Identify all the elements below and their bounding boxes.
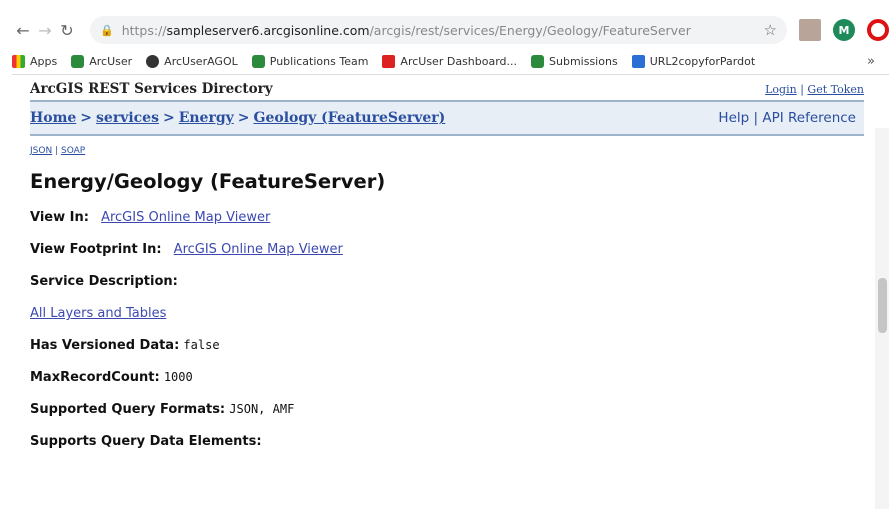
back-arrow-icon[interactable]: ← bbox=[12, 19, 34, 41]
breadcrumb-home[interactable]: Home bbox=[30, 110, 76, 126]
bookmark-label: Apps bbox=[30, 54, 58, 68]
scrollbar-thumb[interactable] bbox=[878, 278, 887, 333]
vertical-scrollbar[interactable] bbox=[875, 128, 889, 509]
bookmark-star-icon[interactable]: ☆ bbox=[756, 21, 777, 39]
breadcrumb-geology[interactable]: Geology (FeatureServer) bbox=[254, 110, 446, 126]
soap-link[interactable]: SOAP bbox=[61, 146, 85, 156]
globe-icon bbox=[71, 54, 85, 68]
globe-icon bbox=[531, 54, 545, 68]
bookmark-apps[interactable]: Apps bbox=[12, 54, 58, 68]
page-content: ArcGIS REST Services Directory Login | G… bbox=[30, 78, 864, 509]
page-title: Energy/Geology (FeatureServer) bbox=[30, 170, 386, 193]
breadcrumb-energy[interactable]: Energy bbox=[179, 110, 234, 126]
breadcrumb-separator: > bbox=[162, 110, 175, 126]
query-elements-label: Supports Query Data Elements: bbox=[30, 434, 262, 449]
bookmark-publications-team[interactable]: Publications Team bbox=[251, 54, 369, 68]
dashboard-icon bbox=[382, 54, 396, 68]
profile-avatar[interactable]: M bbox=[833, 19, 855, 41]
versioned-value: false bbox=[183, 338, 220, 352]
bookmark-label: Submissions bbox=[549, 54, 618, 68]
versioned-label: Has Versioned Data: bbox=[30, 338, 180, 353]
view-in-row: View In: ArcGIS Online Map Viewer bbox=[30, 210, 864, 225]
view-in-map-viewer-link[interactable]: ArcGIS Online Map Viewer bbox=[101, 210, 270, 225]
bookmark-url2copyforpardot[interactable]: URL2copyforPardot bbox=[631, 54, 756, 68]
bookmark-label: ArcUserAGOL bbox=[164, 54, 238, 68]
help-separator: | bbox=[753, 110, 759, 126]
forward-arrow-icon[interactable]: → bbox=[34, 19, 56, 41]
all-layers-row: All Layers and Tables bbox=[30, 306, 864, 321]
breadcrumb: Home > services > Energy > Geology (FeatureSer… bbox=[30, 110, 445, 126]
query-formats-label: Supported Query Formats: bbox=[30, 402, 226, 417]
extension-book-icon[interactable] bbox=[799, 19, 821, 41]
view-footprint-row: View Footprint In: ArcGIS Online Map Vie… bbox=[30, 242, 864, 257]
versioned-row: Has Versioned Data: false bbox=[30, 338, 864, 353]
url-path: /arcgis/rest/services/Energy/Geology/Fea… bbox=[369, 22, 691, 38]
breadcrumb-separator: > bbox=[237, 110, 250, 126]
bookmark-label: Publications Team bbox=[269, 54, 369, 68]
reload-icon[interactable]: ↻ bbox=[56, 19, 78, 41]
bookmark-icon bbox=[631, 54, 645, 68]
url-host: sampleserver6.arcgisonline.com bbox=[166, 22, 370, 38]
all-layers-link[interactable]: All Layers and Tables bbox=[30, 306, 166, 321]
get-token-link[interactable]: Get Token bbox=[807, 83, 864, 96]
url-prefix: https:// bbox=[121, 22, 167, 38]
more-bookmarks-icon[interactable]: » bbox=[867, 54, 875, 69]
view-footprint-map-viewer-link[interactable]: ArcGIS Online Map Viewer bbox=[174, 242, 343, 257]
bookmark-label: ArcUser Dashboard... bbox=[400, 54, 518, 68]
bookmark-label: URL2copyforPardot bbox=[649, 54, 756, 68]
apps-grid-icon bbox=[12, 54, 25, 68]
query-formats-row: Supported Query Formats: JSON, AMF bbox=[30, 402, 864, 417]
maxrecord-row: MaxRecordCount: 1000 bbox=[30, 370, 864, 385]
maxrecord-label: MaxRecordCount: bbox=[30, 370, 160, 385]
bookmark-submissions[interactable]: Submissions bbox=[531, 54, 618, 68]
browser-toolbar: ← → ↻ 🔒 https://sampleserver6.arcgisonli… bbox=[12, 12, 889, 48]
bookmark-arcuseragol[interactable]: ArcUserAGOL bbox=[146, 54, 238, 68]
service-description-label: Service Description: bbox=[30, 274, 178, 289]
help-link[interactable]: Help bbox=[718, 110, 749, 126]
top-strip bbox=[0, 0, 889, 10]
query-formats-value: JSON, AMF bbox=[229, 402, 295, 416]
query-elements-row: Supports Query Data Elements: bbox=[30, 434, 864, 449]
auth-links: Login | Get Token bbox=[765, 83, 864, 96]
service-description-row: Service Description: bbox=[30, 274, 864, 289]
breadcrumb-separator: > bbox=[80, 110, 93, 126]
api-reference-link[interactable]: API Reference bbox=[762, 110, 856, 126]
view-footprint-label: View Footprint In: bbox=[30, 242, 162, 257]
login-link[interactable]: Login bbox=[765, 83, 797, 96]
maxrecord-value: 1000 bbox=[163, 370, 193, 384]
help-links: Help | API Reference bbox=[718, 110, 856, 126]
bookmark-arcuser[interactable]: ArcUser bbox=[71, 54, 133, 68]
bookmark-label: ArcUser bbox=[89, 54, 133, 68]
globe-icon bbox=[146, 54, 160, 68]
bookmark-arcuser-dashboard[interactable]: ArcUser Dashboard... bbox=[382, 54, 518, 68]
breadcrumb-services[interactable]: services bbox=[96, 110, 159, 126]
opera-icon[interactable] bbox=[867, 19, 889, 41]
json-link[interactable]: JSON bbox=[30, 146, 52, 156]
globe-icon bbox=[251, 54, 265, 68]
breadcrumb-bar: Home > services > Energy > Geology (FeatureSer… bbox=[30, 102, 864, 136]
directory-title: ArcGIS REST Services Directory bbox=[30, 81, 273, 97]
format-links: JSON | SOAP bbox=[30, 146, 864, 156]
auth-separator: | bbox=[800, 82, 804, 96]
lock-icon: 🔒 bbox=[100, 23, 114, 37]
format-separator: | bbox=[55, 146, 59, 156]
address-bar[interactable]: 🔒 https://sampleserver6.arcgisonline.com… bbox=[90, 16, 787, 44]
bookmarks-bar: Apps ArcUser ArcUserAGOL Publications Te… bbox=[12, 48, 889, 75]
view-in-label: View In: bbox=[30, 210, 89, 225]
directory-header: ArcGIS REST Services Directory Login | G… bbox=[30, 78, 864, 102]
